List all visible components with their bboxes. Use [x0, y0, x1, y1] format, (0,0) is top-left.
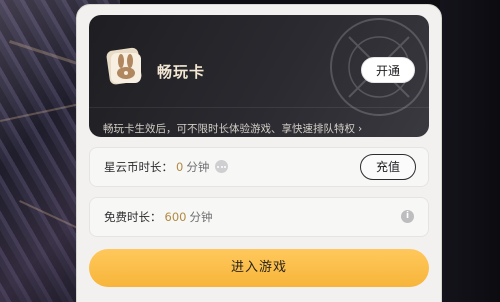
nebula-coin-value: 0	[176, 160, 184, 174]
game-launch-panel: 畅玩卡 开通 畅玩卡生效后，可不限时长体验游戏、享快速排队特权 › 星云币时长： 0…	[76, 4, 442, 302]
rabbit-ticket-icon	[106, 47, 142, 85]
free-time-label: 免费时长：	[104, 210, 162, 224]
nebula-coin-unit: 分钟	[186, 160, 210, 174]
free-time-value: 600	[164, 210, 187, 224]
background-right-shade	[440, 0, 500, 302]
free-time-label-group: 免费时长： 600 分钟	[104, 209, 212, 225]
stage: 畅玩卡 开通 畅玩卡生效后，可不限时长体验游戏、享快速排队特权 › 星云币时长： 0…	[0, 0, 500, 302]
recharge-button[interactable]: 充值	[360, 154, 416, 180]
dots-icon[interactable]	[215, 160, 229, 173]
card-description-text: 畅玩卡生效后，可不限时长体验游戏、享快速排队特权	[103, 123, 355, 135]
card-description[interactable]: 畅玩卡生效后，可不限时长体验游戏、享快速排队特权 ›	[103, 121, 362, 136]
free-time-unit: 分钟	[189, 210, 213, 224]
nebula-coin-row: 星云币时长： 0 分钟 充值	[89, 147, 429, 187]
play-pass-card[interactable]: 畅玩卡 开通 畅玩卡生效后，可不限时长体验游戏、享快速排队特权 ›	[89, 15, 429, 137]
card-divider	[89, 107, 429, 108]
card-title: 畅玩卡	[157, 63, 206, 81]
enter-game-button[interactable]: 进入游戏	[89, 249, 429, 287]
nebula-coin-label-group: 星云币时长： 0 分钟	[104, 159, 229, 175]
nebula-coin-label: 星云币时长：	[104, 160, 173, 174]
info-icon[interactable]: i	[401, 210, 414, 223]
free-time-row: 免费时长： 600 分钟 i	[89, 197, 429, 237]
open-pass-button[interactable]: 开通	[361, 57, 415, 83]
chevron-right-icon: ›	[358, 123, 363, 135]
